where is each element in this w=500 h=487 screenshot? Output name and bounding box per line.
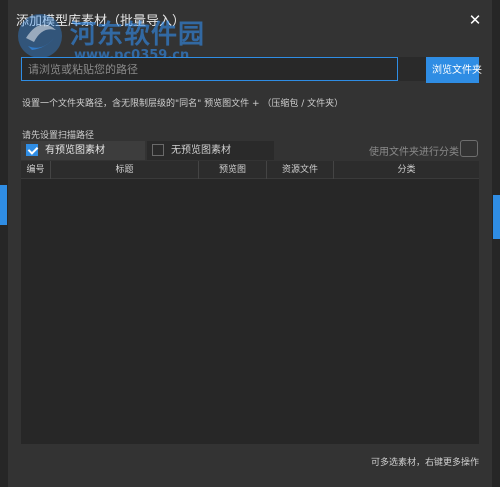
checkbox-unchecked-icon[interactable] xyxy=(152,144,164,156)
checkbox-checked-icon[interactable] xyxy=(26,144,38,156)
tab-without-preview-label: 无预览图素材 xyxy=(171,145,231,156)
column-header-category[interactable]: 分类 xyxy=(334,161,479,179)
column-header-id[interactable]: 编号 xyxy=(21,161,51,179)
path-input[interactable] xyxy=(21,57,398,81)
browse-folder-button[interactable]: 浏览文件夹 xyxy=(426,57,482,83)
dialog-title: 添加模型库素材（批量导入） xyxy=(16,14,186,29)
path-hint: 设置一个文件夹路径，含无限制层级的"同名" 预览图文件 + （压缩包 / 文件夹… xyxy=(22,99,344,109)
background-app-left xyxy=(0,0,8,487)
background-app-tab-right xyxy=(493,195,500,239)
column-header-title[interactable]: 标题 xyxy=(51,161,199,179)
footer-hint: 可多选素材，右键更多操作 xyxy=(370,458,479,468)
column-header-preview[interactable]: 预览图 xyxy=(199,161,267,179)
tab-with-preview-label: 有预览图素材 xyxy=(45,145,105,156)
tab-with-preview[interactable]: 有预览图素材 xyxy=(21,141,145,160)
table-header: 编号 标题 预览图 资源文件 分类 xyxy=(21,161,479,179)
folder-category-label: 使用文件夹进行分类 xyxy=(369,147,459,158)
folder-category-checkbox[interactable] xyxy=(460,140,478,157)
dialog-titlebar: 添加模型库素材（批量导入） ✕ xyxy=(8,0,492,42)
path-input-addon xyxy=(398,57,426,81)
materials-table[interactable]: 编号 标题 预览图 资源文件 分类 xyxy=(21,161,479,444)
column-header-resource[interactable]: 资源文件 xyxy=(267,161,334,179)
batch-import-dialog: 添加模型库素材（批量导入） ✕ 河东软件园 www.pc0359.cn 浏览文件… xyxy=(8,0,492,487)
background-app-tab-left xyxy=(0,185,7,225)
background-app-right xyxy=(492,0,500,487)
close-icon[interactable]: ✕ xyxy=(466,11,484,29)
tab-without-preview[interactable]: 无预览图素材 xyxy=(147,141,274,160)
scan-path-label: 请先设置扫描路径 xyxy=(22,131,95,141)
